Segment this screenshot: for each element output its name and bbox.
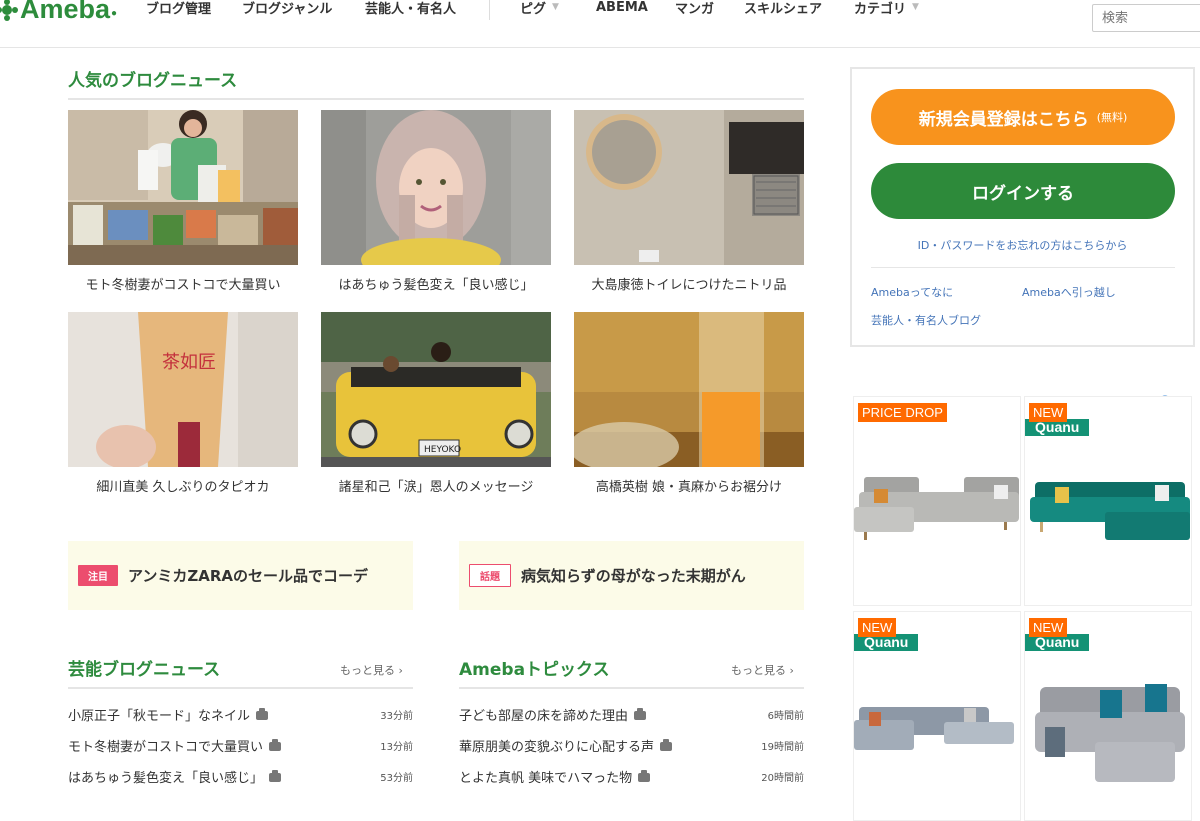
- pickup-banner-trending[interactable]: 話題 病気知らずの母がなった末期がん: [459, 541, 804, 610]
- nav-celebrity[interactable]: 芸能人・有名人: [365, 0, 456, 17]
- news-card-toilet[interactable]: 大島康徳トイレにつけたニトリ品: [574, 110, 804, 293]
- ad-label: NEW: [858, 618, 897, 637]
- ad-tile[interactable]: NEW Quanu: [1024, 611, 1192, 821]
- attention-badge: 注目: [78, 565, 118, 586]
- list-item[interactable]: はあちゅう髪色変え「良い感じ」 53分前: [68, 761, 413, 792]
- news-thumbnail: HEYOKO: [321, 312, 551, 467]
- list-item[interactable]: 小原正子「秋モード」なネイル 33分前: [68, 699, 413, 730]
- news-card-tapioca[interactable]: 茶如匠 細川直美 久しぶりのタピオカ: [68, 312, 298, 495]
- news-caption: 大島康徳トイレにつけたニトリ品: [591, 278, 787, 293]
- svg-text:HEYOKO: HEYOKO: [424, 445, 461, 455]
- nav-pigg[interactable]: ピグ ▼: [520, 0, 559, 17]
- ad-tile[interactable]: NEW Quanu: [1024, 396, 1192, 606]
- svg-text:茶如匠: 茶如匠: [162, 352, 216, 373]
- list-item[interactable]: 子ども部屋の床を諦めた理由 6時間前: [459, 699, 804, 730]
- trending-badge: 話題: [469, 564, 511, 587]
- forgot-password-link[interactable]: ID・パスワードをお忘れの方はこちらから: [852, 237, 1193, 253]
- list-item[interactable]: 華原朋美の変貌ぶりに心配する声 19時間前: [459, 730, 804, 761]
- about-ameba-link[interactable]: Amebaってなに: [871, 284, 953, 300]
- nav-category[interactable]: カテゴリ ▼: [854, 0, 919, 17]
- nav-abema[interactable]: ABEMA: [596, 0, 648, 17]
- news-card-hair[interactable]: はあちゅう髪色変え「良い感じ」: [321, 110, 551, 293]
- logo-text: Ameba: [20, 0, 111, 24]
- nav-blog-genre[interactable]: ブログジャンル: [242, 0, 332, 17]
- news-card-costco[interactable]: モト冬樹妻がコストコで大量買い: [68, 110, 298, 293]
- news-thumbnail: [321, 110, 551, 265]
- timestamp: 6時間前: [767, 711, 804, 722]
- ad-tile[interactable]: PRICE DROP: [853, 396, 1021, 606]
- news-caption: 高橋英樹 娘・真麻からお裾分け: [595, 480, 783, 495]
- site-header: Ameba ● ブログ管理 ブログジャンル 芸能人・有名人 ピグ ▼ ABEMA マ…: [0, 0, 1200, 48]
- nav-blog-manage[interactable]: ブログ管理: [146, 0, 211, 17]
- section-divider: [68, 687, 413, 689]
- login-box: 新規会員登録はこちら (無料) ログインする ID・パスワードをお忘れの方はこちら…: [850, 67, 1195, 347]
- login-button[interactable]: ログインする: [871, 163, 1175, 219]
- camera-icon: [660, 739, 673, 751]
- nav-divider: [489, 0, 490, 20]
- ad-label: NEW: [1029, 403, 1068, 422]
- timestamp: 53分前: [380, 773, 413, 784]
- ad-label: PRICE DROP: [858, 403, 947, 422]
- timestamp: 13分前: [380, 742, 413, 753]
- news-caption: 細川直美 久しぶりのタピオカ: [96, 480, 270, 495]
- timestamp: 33分前: [380, 711, 413, 722]
- section-divider: [459, 687, 804, 689]
- nav-skillshare[interactable]: スキルシェア: [744, 0, 822, 17]
- geino-news-title: 芸能ブログニュース: [68, 660, 221, 680]
- timestamp: 19時間前: [761, 742, 804, 753]
- nav-manga[interactable]: マンガ: [675, 0, 714, 17]
- camera-icon: [256, 708, 269, 720]
- news-thumbnail: 茶如匠: [68, 312, 298, 467]
- ameba-logo-icon: [0, 0, 18, 21]
- ameba-topics-title: Amebaトピックス: [459, 660, 610, 680]
- popular-news-title: 人気のブログニュース: [68, 71, 238, 91]
- camera-icon: [634, 708, 647, 720]
- camera-icon: [638, 770, 651, 782]
- camera-icon: [269, 739, 282, 751]
- divider: [871, 267, 1175, 268]
- chevron-right-icon: ›: [789, 664, 794, 677]
- news-thumbnail: [68, 110, 298, 265]
- news-thumbnail: [574, 110, 804, 265]
- move-to-ameba-link[interactable]: Amebaへ引っ越し: [1022, 284, 1116, 300]
- ad-label: NEW: [1029, 618, 1068, 637]
- register-button[interactable]: 新規会員登録はこちら (無料): [871, 89, 1175, 145]
- chevron-down-icon: ▼: [912, 2, 919, 12]
- topics-more-link[interactable]: もっと見る ›: [731, 662, 794, 678]
- news-caption: はあちゅう髪色変え「良い感じ」: [338, 278, 534, 293]
- camera-icon: [269, 770, 282, 782]
- ameba-topics-list: 子ども部屋の床を諦めた理由 6時間前 華原朋美の変貌ぶりに心配する声 19時間前…: [459, 699, 804, 792]
- news-caption: モト冬樹妻がコストコで大量買い: [85, 278, 281, 293]
- geino-more-link[interactable]: もっと見る ›: [340, 662, 403, 678]
- search-input[interactable]: [1092, 4, 1200, 32]
- chevron-down-icon: ▼: [552, 2, 559, 12]
- celebrity-blog-link[interactable]: 芸能人・有名人ブログ: [871, 312, 981, 328]
- timestamp: 20時間前: [761, 773, 804, 784]
- news-thumbnail: [574, 312, 804, 467]
- news-card-juice[interactable]: 高橋英樹 娘・真麻からお裾分け: [574, 312, 804, 495]
- news-caption: 諸星和己「涙」恩人のメッセージ: [338, 480, 534, 495]
- ad-tile[interactable]: NEW Quanu: [853, 611, 1021, 821]
- sofa-image: [854, 477, 1019, 540]
- list-item[interactable]: とよた真帆 美味でハマった物 20時間前: [459, 761, 804, 792]
- section-divider: [68, 98, 804, 100]
- ameba-logo[interactable]: Ameba ●: [0, 0, 117, 25]
- pickup-text: アンミカZARAのセール品でコーデ: [128, 567, 369, 585]
- pickup-banner-attention[interactable]: 注目 アンミカZARAのセール品でコーデ: [68, 541, 413, 610]
- pickup-text: 病気知らずの母がなった末期がん: [521, 567, 746, 585]
- chevron-right-icon: ›: [398, 664, 403, 677]
- list-item[interactable]: モト冬樹妻がコストコで大量買い 13分前: [68, 730, 413, 761]
- news-card-car[interactable]: HEYOKO 諸星和己「涙」恩人のメッセージ: [321, 312, 551, 495]
- geino-news-list: 小原正子「秋モード」なネイル 33分前 モト冬樹妻がコストコで大量買い 13分前…: [68, 699, 413, 792]
